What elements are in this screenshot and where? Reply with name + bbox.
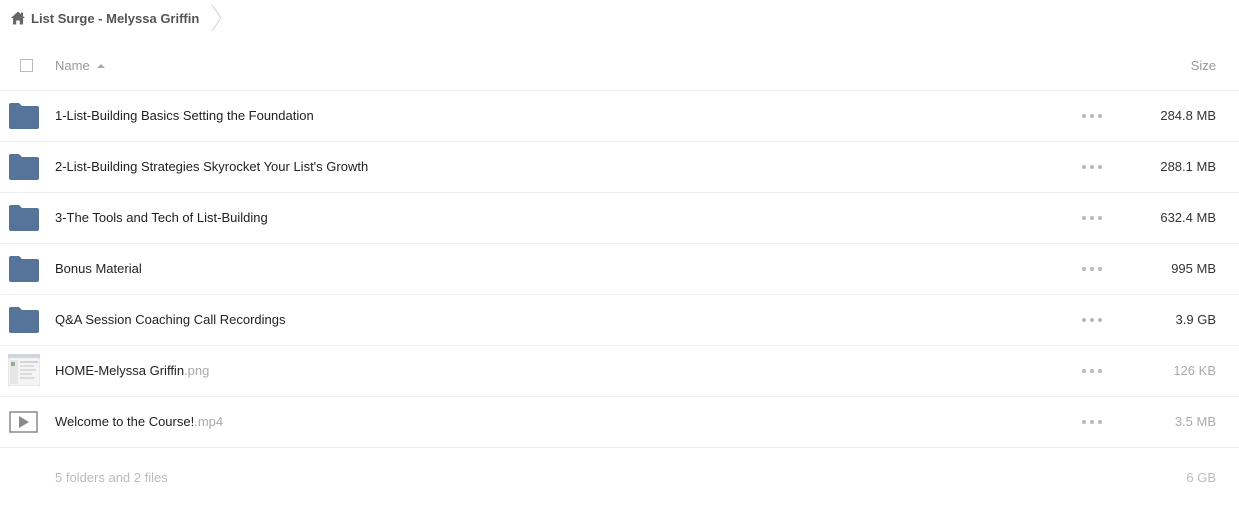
folder-icon (9, 307, 39, 333)
list-item[interactable]: Q&A Session Coaching Call Recordings 3.9… (0, 295, 1239, 346)
list-item[interactable]: Bonus Material 995 MB (0, 244, 1239, 295)
list-item[interactable]: 3-The Tools and Tech of List-Building 63… (0, 193, 1239, 244)
file-name[interactable]: 2-List-Building Strategies Skyrocket You… (55, 159, 368, 174)
breadcrumb-home-link[interactable]: List Surge - Melyssa Griffin (0, 0, 211, 36)
sort-ascending-icon (96, 64, 105, 68)
name-column-label: Name (55, 58, 90, 73)
image-thumbnail-icon (7, 353, 41, 387)
more-options-icon[interactable] (1082, 161, 1102, 173)
more-options-icon[interactable] (1082, 212, 1102, 224)
name-column-header[interactable]: Name (55, 58, 105, 73)
more-options-icon[interactable] (1082, 263, 1102, 275)
file-name[interactable]: Welcome to the Course!.mp4 (55, 414, 223, 429)
list-header: Name Size (0, 44, 1239, 91)
size-column-header[interactable]: Size (1191, 58, 1216, 73)
list-item[interactable]: Welcome to the Course!.mp4 3.5 MB (0, 397, 1239, 448)
file-name[interactable]: HOME-Melyssa Griffin.png (55, 363, 209, 378)
file-name[interactable]: Q&A Session Coaching Call Recordings (55, 312, 286, 327)
more-options-icon[interactable] (1082, 365, 1102, 377)
select-all-checkbox[interactable] (20, 59, 33, 72)
total-size: 6 GB (1186, 470, 1216, 485)
file-size: 995 MB (1171, 261, 1216, 276)
home-icon (10, 10, 26, 26)
list-item[interactable]: 2-List-Building Strategies Skyrocket You… (0, 142, 1239, 193)
video-play-icon (9, 411, 38, 433)
file-size: 632.4 MB (1160, 210, 1216, 225)
list-item[interactable]: 1-List-Building Basics Setting the Found… (0, 91, 1239, 142)
file-size: 284.8 MB (1160, 108, 1216, 123)
folder-icon (9, 103, 39, 129)
folder-icon (9, 154, 39, 180)
file-name[interactable]: Bonus Material (55, 261, 142, 276)
file-size: 126 KB (1173, 363, 1216, 378)
breadcrumb: List Surge - Melyssa Griffin (0, 0, 223, 36)
more-options-icon[interactable] (1082, 416, 1102, 428)
file-name[interactable]: 1-List-Building Basics Setting the Found… (55, 108, 314, 123)
folder-summary: 5 folders and 2 files (55, 470, 168, 485)
file-browser: List Surge - Melyssa Griffin Name Size 1… (0, 0, 1239, 518)
file-size: 3.9 GB (1175, 312, 1216, 327)
file-name[interactable]: 3-The Tools and Tech of List-Building (55, 210, 268, 225)
folder-icon (9, 205, 39, 231)
folder-icon (9, 256, 39, 282)
file-list: 1-List-Building Basics Setting the Found… (0, 91, 1239, 448)
file-size: 3.5 MB (1174, 414, 1216, 429)
list-item[interactable]: HOME-Melyssa Griffin.png 126 KB (0, 346, 1239, 397)
file-size: 288.1 MB (1160, 159, 1216, 174)
breadcrumb-label: List Surge - Melyssa Griffin (31, 10, 200, 26)
breadcrumb-separator-icon (211, 3, 223, 33)
more-options-icon[interactable] (1082, 314, 1102, 326)
more-options-icon[interactable] (1082, 110, 1102, 122)
